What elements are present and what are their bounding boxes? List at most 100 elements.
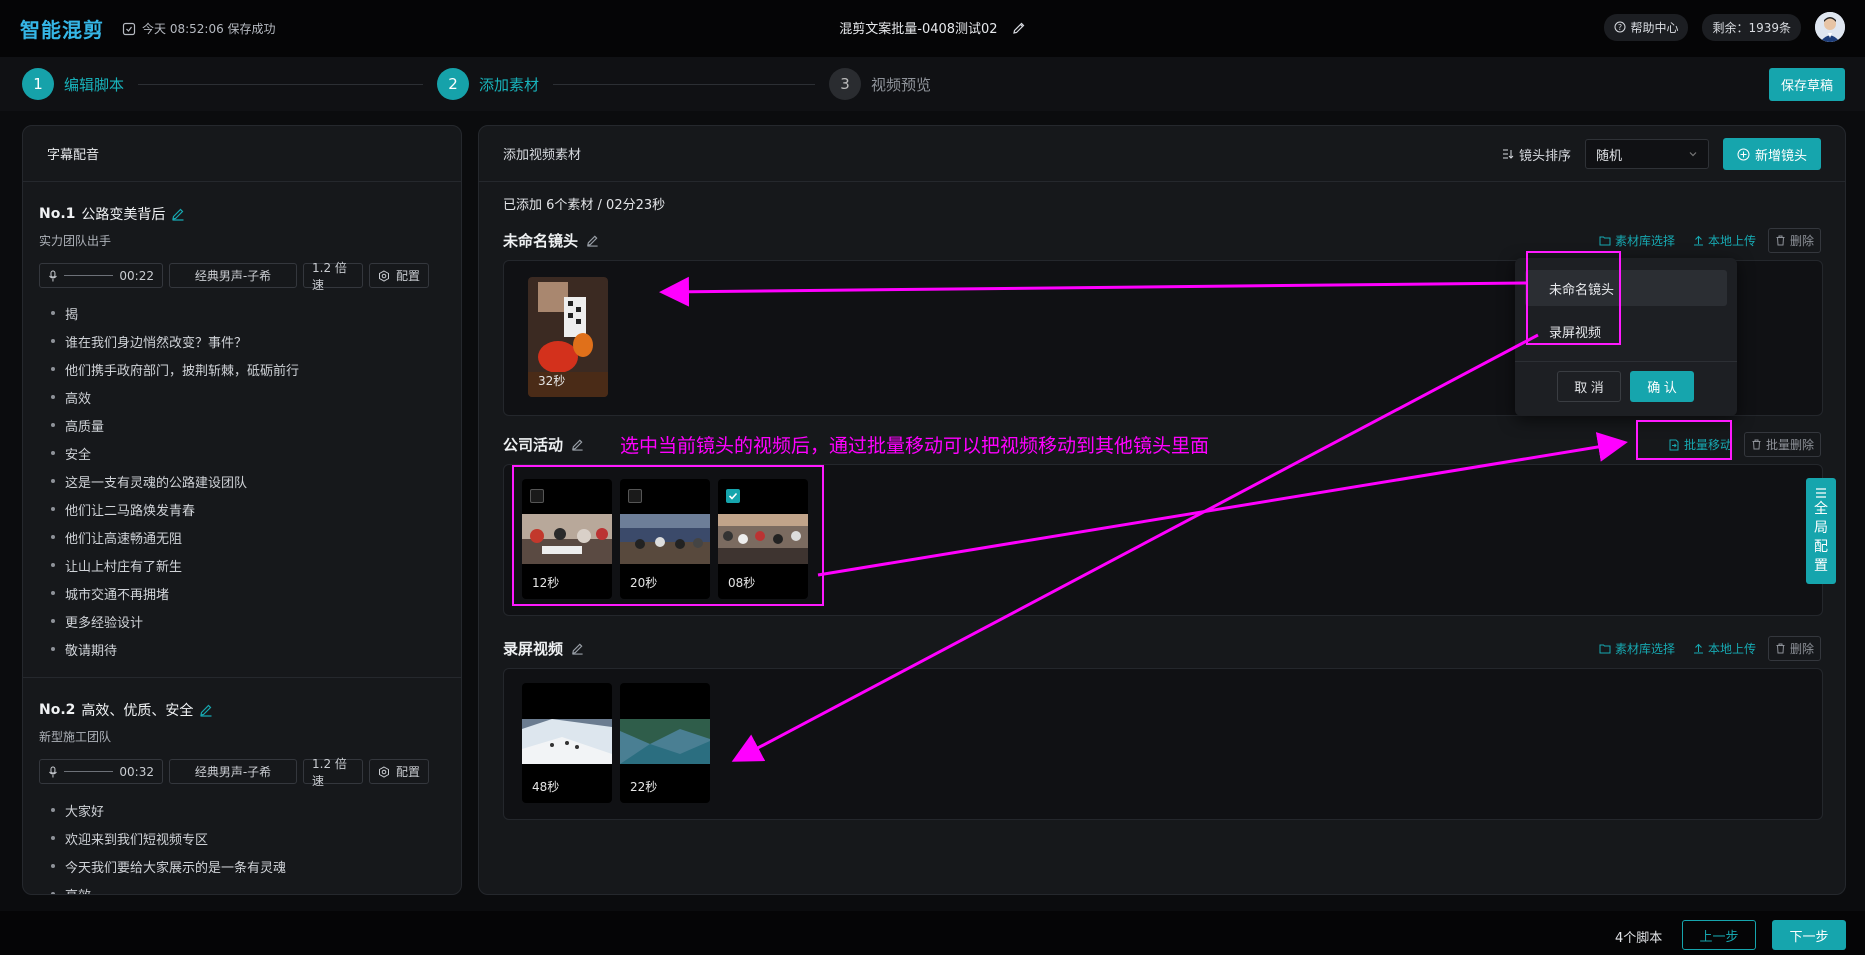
library-select-label: 素材库选择 [1614,642,1675,656]
script-subtitle: 新型施工团队 [39,730,112,744]
panel-title: 添加视频素材 [503,148,582,163]
confirm-button[interactable]: 确 认 [1630,371,1694,402]
shot-title: 未命名镜头 [503,232,579,250]
sort-label-text: 镜头排序 [1518,148,1571,164]
audio-duration: 00:32 [119,764,154,779]
annotation-text: 选中当前镜头的视频后，通过批量移动可以把视频移动到其他镜头里面 [620,435,1210,457]
video-thumbnail [522,719,612,764]
delete-label: 删除 [1789,642,1814,656]
chevron-down-icon [1689,152,1697,157]
sort-select-value: 随机 [1595,148,1622,164]
script-line: 城市交通不再拥堵 [51,579,445,607]
step-edit-script[interactable]: 1 编辑脚本 [22,68,124,100]
audio-duration-control[interactable]: 00:22 [39,263,163,288]
step-video-preview[interactable]: 3 视频预览 [829,68,931,100]
delete-button[interactable]: 删除 [1767,636,1821,661]
library-select-label: 素材库选择 [1614,234,1675,248]
edit-icon[interactable] [571,642,584,655]
previous-step-button[interactable]: 上一步 [1682,920,1756,950]
script-line: 谁在我们身边悄然改变？事件？ [51,327,445,355]
speed-select[interactable]: 1.2 倍速 [303,757,363,788]
step-divider [138,83,424,85]
save-status-text: 今天 08:52:06 保存成功 [142,22,276,36]
upload-icon [1693,235,1703,246]
remaining-label: 剩余：1939条 [1712,20,1791,35]
script-line: 今天我们要给大家展示的是一条有灵魂 [51,852,445,880]
script-line: 他们让二马路焕发青春 [51,495,445,523]
app-logo: 智能混剪 [20,18,104,42]
script-line: 让山上村庄有了新生 [51,551,445,579]
folder-icon [1599,644,1611,654]
video-thumbnail [620,719,710,764]
microphone-icon [49,270,57,281]
local-upload-button[interactable]: 本地上传 [1687,637,1762,660]
annotation-highlight-box [1526,251,1621,345]
shot-title-row: 录屏视频 [503,638,584,659]
batch-delete-button[interactable]: 批量删除 [1743,432,1821,457]
script-line: 揭 [51,299,445,327]
local-upload-label: 本地上传 [1707,234,1756,248]
script-line: 更多经验设计 [51,607,445,635]
step-add-material[interactable]: 2 添加素材 [437,68,539,100]
video-clip[interactable]: 48秒 [522,683,612,803]
audio-duration: 00:22 [119,268,154,283]
question-icon: ? [1614,21,1626,33]
edit-icon[interactable] [586,234,599,247]
save-draft-button[interactable]: 保存草稿 [1768,68,1845,101]
trash-icon [1776,643,1785,654]
bottom-bar: 4个脚本 上一步 下一步 [0,911,1865,955]
speed-select[interactable]: 1.2 倍速 [303,261,363,292]
edit-icon[interactable] [171,207,185,221]
voice-select[interactable]: 经典男声-子希 [169,263,297,288]
script-line: 他们让高速畅通无阻 [51,523,445,551]
next-step-button[interactable]: 下一步 [1772,920,1846,950]
script-line: 敬请期待 [51,635,445,663]
script-line: 高效 [51,880,445,895]
sort-select[interactable]: 随机 [1584,139,1709,169]
delete-label: 删除 [1789,234,1814,248]
shot-title: 公司活动 [503,436,564,454]
shot-clip-area: 48秒 22秒 [503,668,1823,820]
cancel-button[interactable]: 取 消 [1557,371,1621,402]
script-title: 公路变美背后 [81,207,166,223]
audio-progress-line [63,771,114,772]
step-number: 3 [829,68,862,100]
video-clip[interactable]: 22秒 [620,683,710,803]
script-number: No.1 [39,206,76,222]
global-config-tab[interactable]: 全 局 配 置 [1806,478,1836,584]
library-select-button[interactable]: 素材库选择 [1593,229,1681,252]
add-shot-label: 新增镜头 [1754,147,1807,163]
local-upload-button[interactable]: 本地上传 [1687,229,1762,252]
edit-title-icon[interactable] [1012,21,1026,35]
help-center-button[interactable]: ? 帮助中心 [1604,13,1689,41]
added-summary: 已添加 6个素材 / 02分23秒 [503,198,666,213]
edit-icon[interactable] [199,703,213,717]
step-label: 编辑脚本 [64,75,125,94]
config-button[interactable]: 配置 [369,759,429,784]
save-status: 今天 08:52:06 保存成功 [122,20,276,37]
voice-select[interactable]: 经典男声-子希 [169,759,297,784]
batch-delete-label: 批量删除 [1765,438,1814,452]
script-title-row: No.1 公路变美背后 [39,204,445,224]
global-config-char: 置 [1814,558,1828,574]
avatar[interactable] [1815,12,1845,42]
script-lines: 大家好 欢迎来到我们短视频专区 今天我们要给大家展示的是一条有灵魂 高效 [39,796,445,895]
user-avatar-icon [1815,12,1845,42]
global-config-char: 配 [1814,539,1828,555]
menu-icon [1816,488,1826,498]
audio-duration-control[interactable]: 00:32 [39,759,163,784]
script-line: 高质量 [51,411,445,439]
add-shot-button[interactable]: 新增镜头 [1722,138,1821,170]
doc-title-wrap: 混剪文案批量-0408测试02 [0,18,1865,37]
video-clip[interactable]: 32秒 [528,277,608,397]
step-label: 视频预览 [871,75,932,94]
step-number: 1 [22,68,54,100]
delete-button[interactable]: 删除 [1767,228,1821,253]
settings-icon [379,765,389,778]
annotation-highlight-box [512,465,824,606]
library-select-button[interactable]: 素材库选择 [1593,637,1681,660]
clip-duration: 22秒 [630,780,658,794]
script-card: No.2 高效、优质、安全 新型施工团队 00:32 经典男声-子希 1.2 倍… [23,678,461,895]
config-button[interactable]: 配置 [369,263,429,288]
edit-icon[interactable] [571,438,584,451]
